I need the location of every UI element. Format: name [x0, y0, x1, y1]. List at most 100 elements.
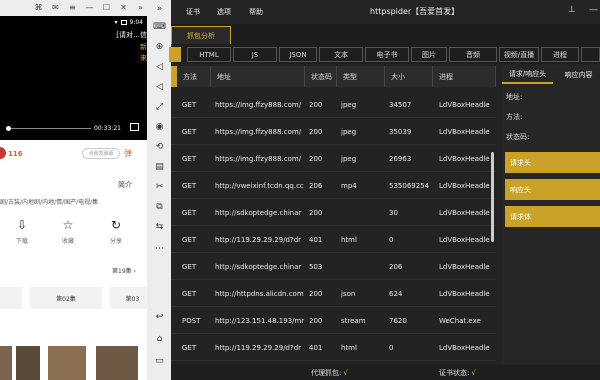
detail-label-url: 地址: — [506, 93, 523, 101]
screenshot-icon[interactable]: ⊕ — [154, 42, 165, 53]
tab-ebook[interactable]: 电子书 — [365, 47, 409, 62]
episode-item[interactable]: 第03 — [110, 287, 147, 309]
cell-method: GET — [182, 262, 197, 271]
poster-image[interactable] — [16, 346, 40, 380]
volume-down-icon[interactable]: ◁ — [154, 82, 165, 93]
table-row[interactable]: GET https://img.ffzy888.com/200 jpeg 26963 L… — [171, 145, 496, 172]
danmu-input[interactable]: 点我发弹幕 — [82, 148, 120, 159]
menu-icon[interactable]: ≡ — [68, 4, 77, 13]
maximize-icon[interactable]: ☐ — [102, 4, 111, 13]
pin-icon[interactable]: ⊥ — [568, 5, 576, 15]
fullscreen-icon[interactable]: ⤢ — [154, 102, 165, 113]
request-body-button[interactable]: 请求体 — [505, 206, 600, 227]
keyboard-icon[interactable]: ⌨ — [153, 22, 166, 33]
mail-icon[interactable]: ✉ — [51, 4, 60, 13]
share-button[interactable]: ↻ 分享 — [104, 218, 128, 245]
expand-icon[interactable]: » — [154, 4, 165, 15]
tab-audio[interactable]: 音频 — [449, 47, 497, 62]
tab-all[interactable] — [169, 47, 181, 62]
cell-method: GET — [182, 208, 197, 217]
column-header-type[interactable]: 类型 — [337, 66, 385, 87]
recent-apps-icon[interactable]: ▭ — [154, 356, 165, 367]
column-header-method[interactable]: 方法 — [177, 66, 211, 87]
request-table[interactable]: 方法 地址 状态码 类型 大小 进程 GET https://img.ffzy88… — [171, 66, 496, 365]
intro-link[interactable]: 简介 — [118, 180, 132, 190]
table-row[interactable]: GET http://sdkoptedge.chinar 503 206 LdVBoxH… — [171, 253, 496, 280]
close-icon[interactable]: ✕ — [119, 4, 128, 13]
table-row[interactable]: GET http://119.29.29.29/d?dr 401 html 0 LdVBo… — [171, 226, 496, 253]
tab-capture-analysis[interactable]: 抓包分析 — [171, 26, 231, 44]
danmu-icon[interactable]: 弹 — [124, 148, 132, 159]
home-icon[interactable]: ⌂ — [154, 334, 165, 345]
cell-size: 0 — [389, 343, 394, 352]
download-button[interactable]: ⇩ 下载 — [10, 218, 34, 245]
column-header-size[interactable]: 大小 — [385, 66, 433, 87]
cell-status: 200 — [309, 127, 323, 136]
sync-icon[interactable]: ⇆ — [154, 222, 165, 233]
cell-url: http://sdkoptedge.chinar — [215, 208, 302, 217]
table-scrollbar[interactable] — [491, 152, 494, 242]
response-headers-button[interactable]: 响应头 — [505, 179, 600, 200]
poster-image[interactable] — [96, 346, 138, 380]
request-headers-button[interactable]: 请求头 — [505, 152, 600, 173]
more-icon[interactable]: ⋯ — [154, 244, 165, 255]
tab-process[interactable]: 进程 — [541, 47, 579, 62]
cell-type: jpeg — [341, 154, 357, 163]
cell-type: stream — [341, 316, 366, 325]
tab-image[interactable]: 图片 — [411, 47, 447, 62]
cell-method: GET — [182, 100, 197, 109]
tab-response-content[interactable]: 响应内容 — [557, 66, 600, 84]
tab-video-live[interactable]: 视频/直播 — [499, 47, 539, 62]
episode-count[interactable]: 第19集 › — [112, 266, 136, 275]
table-row[interactable]: POST http://123.151.48.193/mr 200 stream 762… — [171, 307, 496, 334]
cell-size: 7620 — [389, 316, 407, 325]
rotate-icon[interactable]: ⟲ — [154, 142, 165, 153]
table-row[interactable]: GET http://119.29.29.29/d?dr 401 html 0 LdVBo… — [171, 334, 496, 361]
cell-url: http://119.29.29.29/d?dr — [215, 235, 302, 244]
column-header-process[interactable]: 进程 — [433, 66, 496, 87]
tab-json[interactable]: JSON — [279, 47, 317, 62]
poster-image[interactable] — [48, 346, 86, 380]
install-icon[interactable]: ▤ — [154, 162, 165, 173]
proxy-capture-label: 代理抓包: — [311, 369, 342, 377]
record-icon[interactable]: ◉ — [154, 122, 165, 133]
poster-image[interactable] — [0, 346, 12, 380]
cell-size: 30 — [389, 208, 398, 217]
menu-help[interactable]: 帮助 — [249, 7, 263, 17]
menu-options[interactable]: 选项 — [217, 7, 231, 17]
minimize-icon[interactable]: — — [589, 5, 598, 15]
table-row[interactable]: GET http://vweixinf.tcdn.qq.cc 206 mp4 53506… — [171, 172, 496, 199]
column-header-status[interactable]: 状态码 — [305, 66, 337, 87]
tab-html[interactable]: HTML — [187, 47, 231, 62]
tab-more[interactable] — [581, 47, 600, 62]
cell-size: 34507 — [389, 100, 412, 109]
cut-icon[interactable]: ✂ — [154, 182, 165, 193]
episode-item[interactable] — [0, 287, 22, 309]
episode-item[interactable]: 第02集 — [30, 287, 102, 309]
menu-certificate[interactable]: 证书 — [186, 7, 200, 17]
gamepad-icon[interactable]: ⌘ — [34, 4, 43, 13]
cell-process: WeChat.exe — [439, 316, 481, 325]
video-player[interactable]: [请对…信 新 来 00:33:21 — [0, 28, 147, 140]
tab-js[interactable]: JS — [233, 47, 277, 62]
avatar[interactable] — [0, 147, 6, 159]
cell-method: POST — [182, 316, 201, 325]
android-emulator-screen[interactable]: ⌘ ✉ ≡ — ☐ ✕ » ▾ 9:04 [请对…信 新 来 00:33:21 … — [0, 0, 147, 380]
volume-up-icon[interactable]: ◁ — [154, 62, 165, 73]
tab-text[interactable]: 文本 — [319, 47, 363, 62]
back-icon[interactable]: ↩ — [154, 312, 165, 323]
minimize-icon[interactable]: — — [85, 4, 94, 13]
video-progress-track[interactable] — [6, 128, 91, 129]
table-row[interactable]: GET https://img.ffzy888.com/200 jpeg 35039 L… — [171, 118, 496, 145]
fullscreen-icon[interactable] — [130, 123, 139, 131]
column-header-url[interactable]: 地址 — [211, 66, 305, 87]
table-row[interactable]: GET https://img.ffzy888.com/200 jpeg 34507 L… — [171, 91, 496, 118]
tab-request-response-headers[interactable]: 请求/响应头 — [502, 66, 553, 84]
favorite-button[interactable]: ☆ 收藏 — [56, 218, 80, 245]
table-row[interactable]: GET http://httpdns.alicdn.com 200 json 624 Ld… — [171, 280, 496, 307]
score-count: 116 — [8, 150, 23, 158]
multi-window-icon[interactable]: ⧉ — [154, 202, 165, 213]
video-progress-knob[interactable] — [6, 126, 11, 131]
table-row[interactable]: GET http://sdkoptedge.chinar 200 30 LdVBoxHe… — [171, 199, 496, 226]
expand-icon[interactable]: » — [136, 4, 145, 13]
